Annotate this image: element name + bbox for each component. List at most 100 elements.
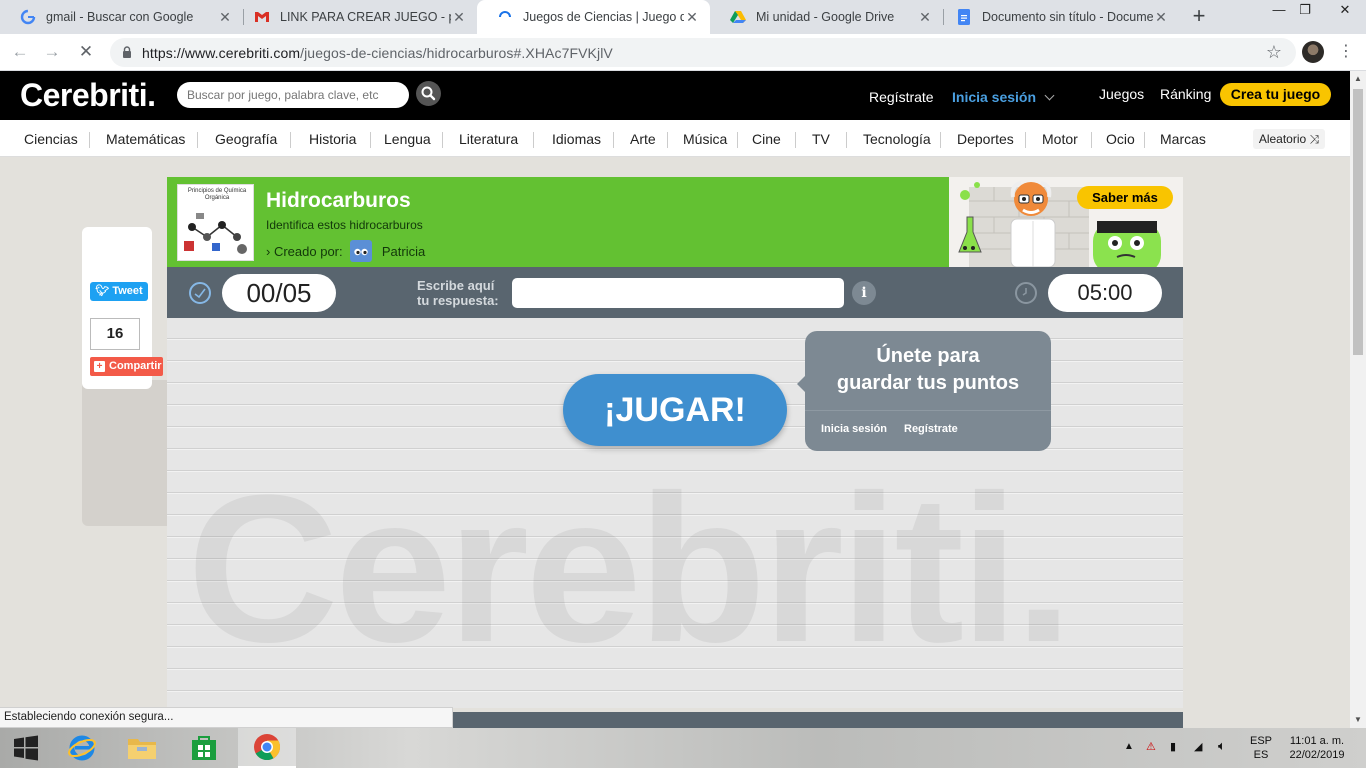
create-game-button[interactable]: Crea tu juego — [1220, 83, 1331, 106]
category-idiomas[interactable]: Idiomas — [552, 131, 601, 147]
molecule-illustration — [184, 213, 247, 254]
back-arrow-icon[interactable]: ← — [8, 40, 32, 64]
language-indicator[interactable]: ESP ES — [1246, 734, 1276, 762]
browser-tab-google-search[interactable]: gmail - Buscar con Google ✕ — [0, 0, 243, 34]
divider — [613, 132, 614, 148]
category-cine[interactable]: Cine — [752, 131, 781, 147]
tab-title: LINK PARA CREAR JUEGO - pendiente — [280, 10, 451, 24]
chrome-icon — [254, 734, 281, 761]
tray-expand-icon[interactable]: ▲ — [1124, 740, 1134, 754]
category-lengua[interactable]: Lengua — [384, 131, 431, 147]
twitter-icon: 🐦︎ — [95, 285, 110, 297]
login-label: Inicia sesión — [952, 89, 1037, 105]
thumbnail-title: Principios de Química Orgánica — [187, 188, 247, 201]
clock-date: 22/02/2019 — [1289, 749, 1345, 761]
profile-avatar[interactable] — [1302, 41, 1324, 63]
tweet-button[interactable]: 🐦︎ Tweet — [90, 282, 148, 301]
browser-tab-docs[interactable]: Documento sin título - Documentos de Goo… — [936, 0, 1179, 34]
restore-icon[interactable]: ❐ — [1290, 0, 1320, 22]
search-input[interactable] — [177, 82, 409, 108]
join-line2: guardar tus puntos — [836, 372, 1020, 394]
close-icon[interactable]: ✕ — [917, 9, 933, 26]
clock-icon — [1015, 282, 1037, 304]
category-historia[interactable]: Historia — [309, 131, 356, 147]
browser-tab-gmail[interactable]: LINK PARA CREAR JUEGO - pendiente ✕ — [234, 0, 477, 34]
join-login-link[interactable]: Inicia sesión — [821, 423, 887, 435]
windows-start-button[interactable] — [0, 728, 52, 768]
store-taskbar[interactable] — [178, 728, 230, 768]
join-register-link[interactable]: Regístrate — [904, 423, 958, 435]
category-ocio[interactable]: Ocio — [1106, 131, 1135, 147]
share-label: Compartir — [109, 360, 162, 372]
scroll-thumb[interactable] — [1353, 89, 1363, 355]
signal-icon[interactable]: ◢ — [1194, 740, 1202, 754]
internet-explorer-taskbar[interactable] — [56, 728, 108, 768]
category-musica[interactable]: Música — [683, 131, 727, 147]
site-header: Cerebriti. Regístrate Inicia sesión Jueg… — [0, 71, 1350, 120]
search-button[interactable] — [416, 81, 441, 106]
learn-more-button[interactable]: Saber más — [1077, 186, 1173, 209]
divider — [795, 132, 796, 148]
category-marcas[interactable]: Marcas — [1160, 131, 1206, 147]
register-link[interactable]: Regístrate — [869, 89, 934, 105]
creator-row: › Creado por: Patricia — [266, 240, 425, 262]
category-ciencias[interactable]: Ciencias — [24, 131, 78, 147]
play-button[interactable]: ¡JUGAR! — [563, 374, 787, 446]
creator-name[interactable]: Patricia — [382, 244, 425, 259]
info-icon[interactable]: i — [852, 281, 876, 305]
category-arte[interactable]: Arte — [630, 131, 656, 147]
forward-arrow-icon[interactable]: → — [40, 40, 64, 64]
created-by-label: Creado por: — [273, 244, 343, 259]
game-title: Hidrocarburos — [266, 189, 411, 212]
new-tab-button[interactable]: + — [1186, 5, 1212, 29]
url-host: https://www.cerebriti.com — [142, 45, 301, 61]
ranking-link[interactable]: Ránking — [1160, 86, 1211, 102]
window-close-icon[interactable]: ✕ — [1330, 0, 1360, 22]
creator-avatar[interactable] — [350, 240, 373, 262]
close-icon[interactable]: ✕ — [217, 9, 233, 26]
file-explorer-taskbar[interactable] — [116, 728, 168, 768]
close-icon[interactable]: ✕ — [451, 9, 467, 26]
random-button[interactable]: Aleatorio ⤨ — [1253, 129, 1325, 149]
category-motor[interactable]: Motor — [1042, 131, 1078, 147]
promo-banner[interactable]: Saber más — [949, 177, 1183, 267]
category-literatura[interactable]: Literatura — [459, 131, 518, 147]
category-geografia[interactable]: Geografía — [215, 131, 277, 147]
score-display: 00/05 — [222, 274, 336, 312]
login-link[interactable]: Inicia sesión — [952, 89, 1055, 105]
share-count: 16 — [90, 318, 140, 350]
network-warning-icon[interactable]: ⚠ — [1146, 740, 1156, 754]
chrome-taskbar[interactable] — [238, 728, 296, 768]
clock[interactable]: 11:01 a. m. 22/02/2019 — [1282, 734, 1352, 762]
stop-loading-icon[interactable]: ✕ — [74, 40, 98, 64]
shuffle-icon: ⤨ — [1309, 132, 1320, 146]
language-code: ESP — [1249, 735, 1272, 747]
category-tecnologia[interactable]: Tecnología — [863, 131, 931, 147]
scroll-down-icon[interactable]: ▼ — [1350, 712, 1366, 728]
close-icon[interactable]: ✕ — [684, 9, 700, 26]
address-bar[interactable]: https://www.cerebriti.com/juegos-de-cien… — [110, 38, 1296, 67]
divider — [1025, 132, 1026, 148]
volume-icon[interactable]: 🔈︎ — [1218, 739, 1226, 753]
chevron-right-icon: › — [266, 244, 271, 259]
games-link[interactable]: Juegos — [1099, 86, 1144, 102]
divider — [940, 132, 941, 148]
category-deportes[interactable]: Deportes — [957, 131, 1014, 147]
menu-dots-icon[interactable]: ⋮ — [1338, 40, 1354, 64]
answer-input[interactable] — [512, 278, 844, 308]
battery-icon[interactable]: ▮ — [1170, 740, 1176, 754]
plus-icon: + — [94, 361, 105, 372]
folder-icon — [128, 739, 156, 759]
cerebriti-logo[interactable]: Cerebriti. — [20, 77, 156, 114]
close-icon[interactable]: ✕ — [1153, 9, 1169, 26]
bookmark-star-icon[interactable]: ☆ — [1266, 42, 1282, 63]
browser-tab-drive[interactable]: Mi unidad - Google Drive ✕ — [710, 0, 943, 34]
category-matematicas[interactable]: Matemáticas — [106, 131, 185, 147]
share-button[interactable]: + Compartir — [90, 357, 163, 376]
scroll-up-icon[interactable]: ▲ — [1350, 71, 1366, 87]
join-card: Únete para guardar tus puntos Inicia ses… — [797, 331, 1051, 451]
category-tv[interactable]: TV — [812, 131, 830, 147]
browser-tab-cerebriti[interactable]: Juegos de Ciencias | Juego de Hidrocarbu… — [477, 0, 710, 34]
page-scrollbar[interactable]: ▲ ▼ — [1350, 71, 1366, 728]
divider — [442, 132, 443, 148]
